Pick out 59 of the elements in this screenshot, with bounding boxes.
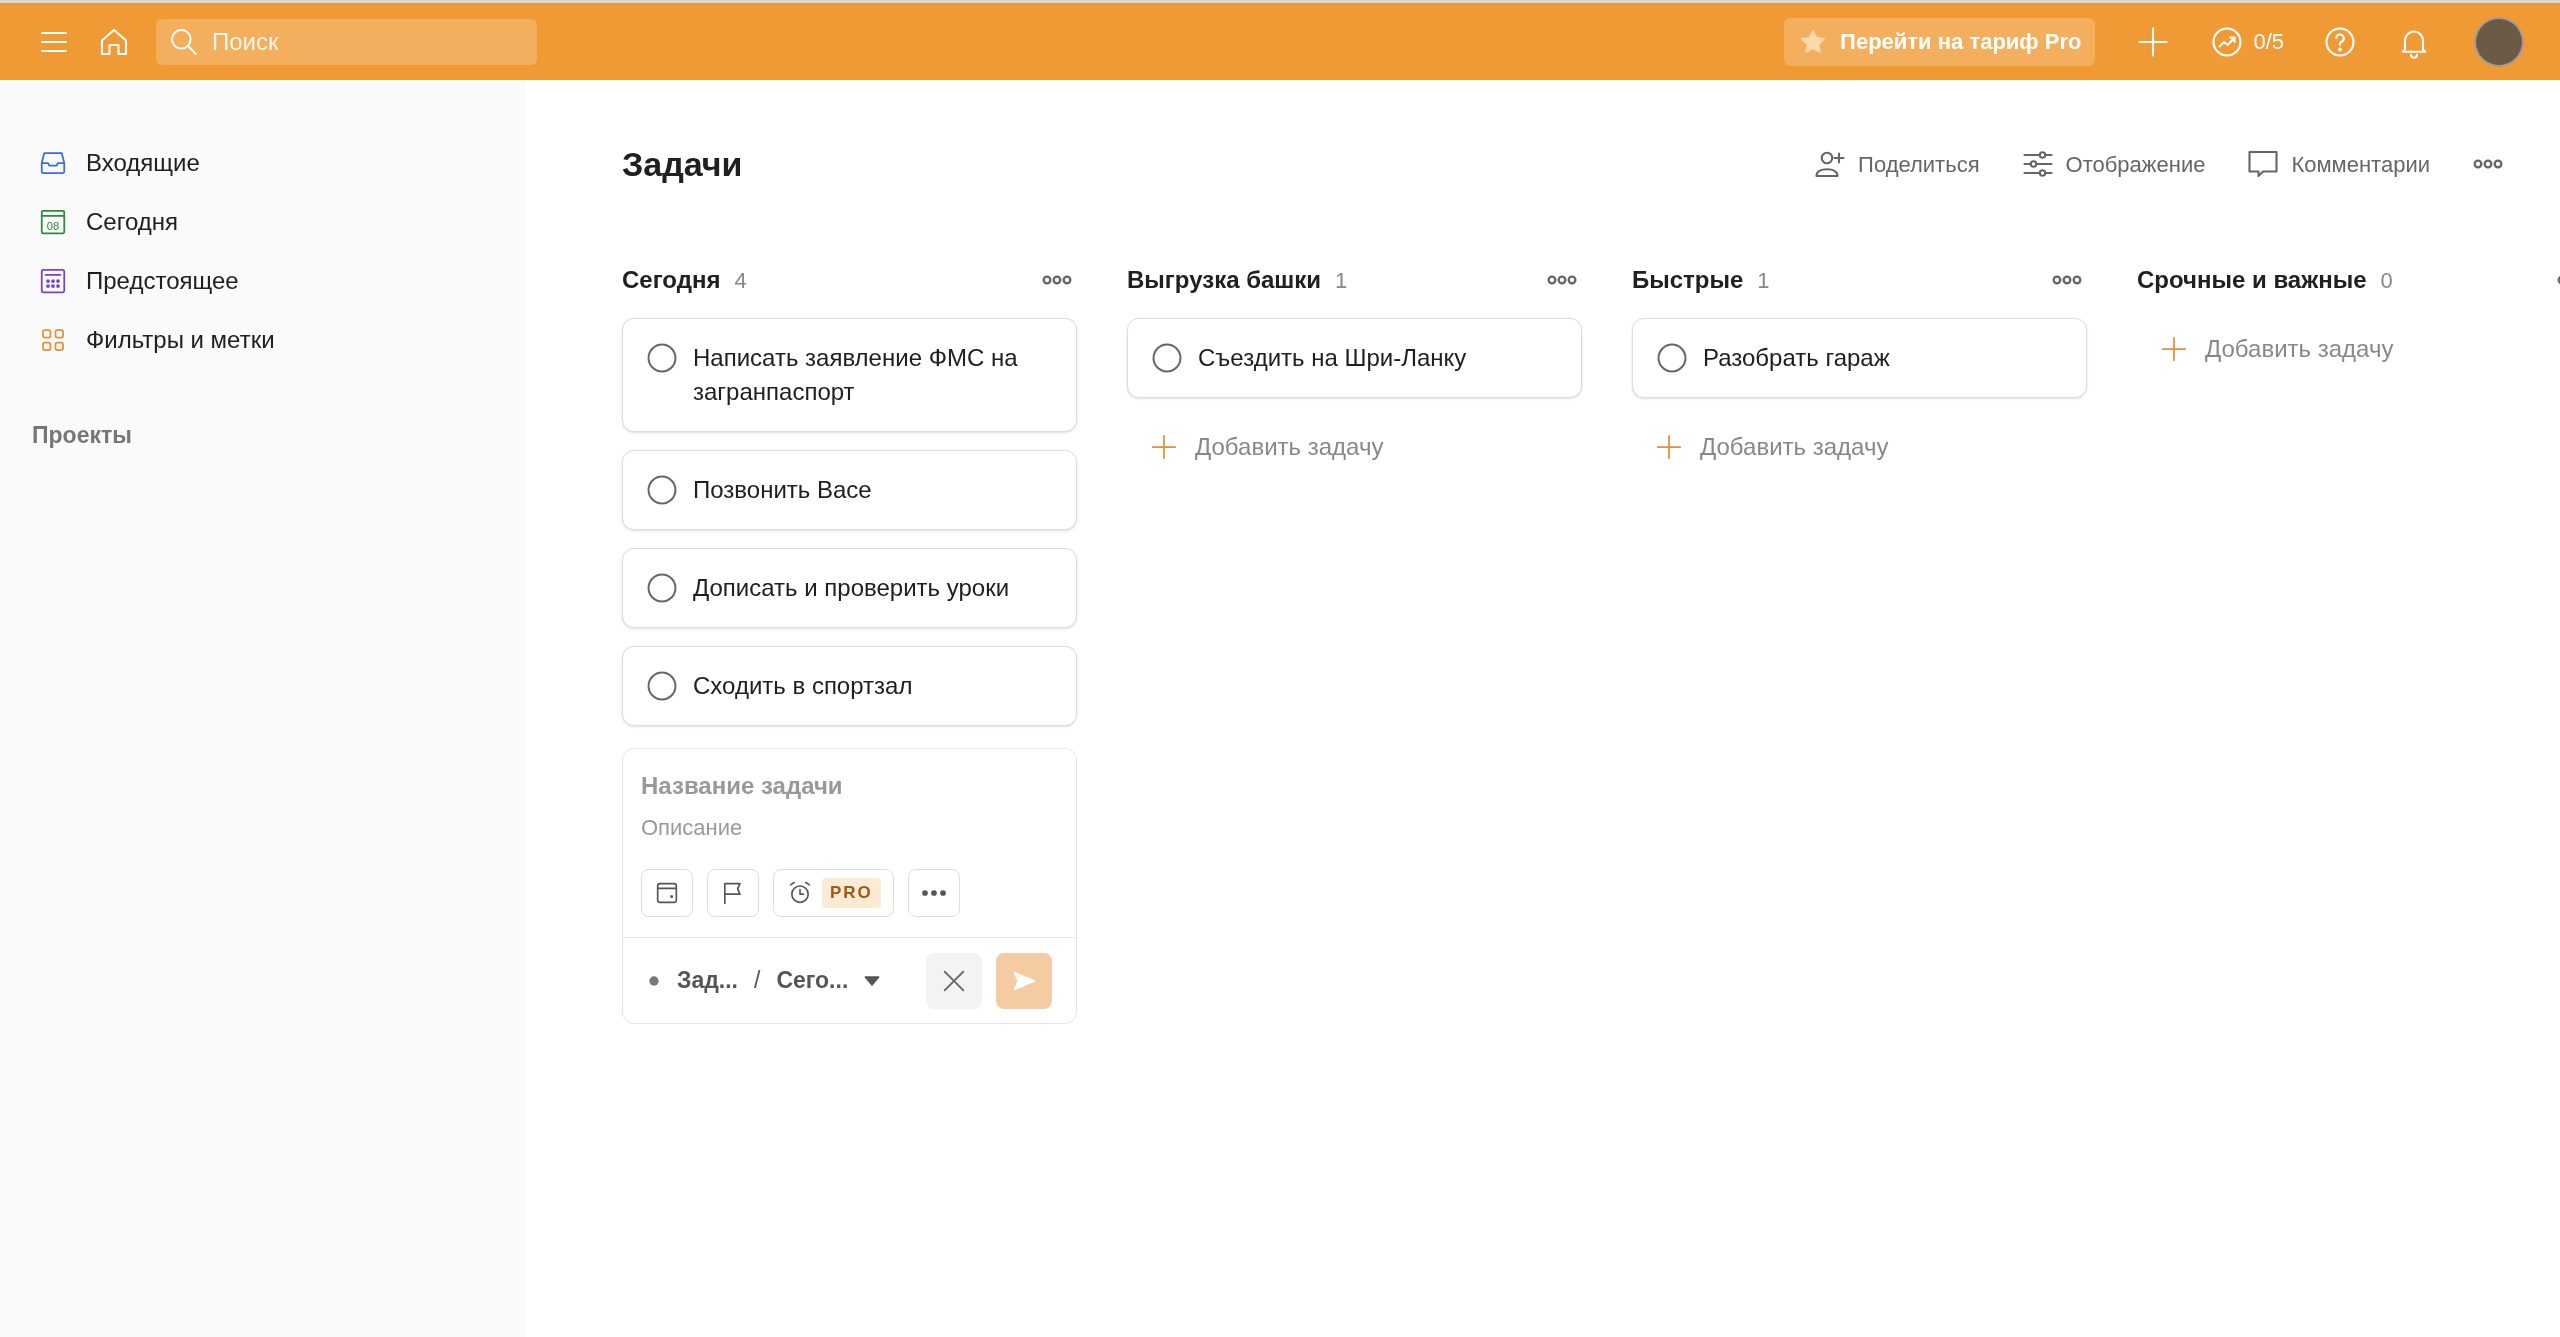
task-count: 0 <box>2380 266 2393 295</box>
task-card[interactable]: Разобрать гараж <box>1632 318 2087 398</box>
column-title: Быстрые <box>1632 265 1744 295</box>
add-task-button[interactable]: Добавить задачу <box>2137 324 2560 374</box>
more-icon <box>921 890 946 896</box>
checkbox[interactable] <box>645 473 679 507</box>
sidebar-item[interactable]: Фильтры и метки <box>32 315 493 365</box>
plus-icon <box>2159 334 2189 364</box>
checkbox[interactable] <box>645 669 679 703</box>
section-heading: Проекты <box>32 421 133 450</box>
plus-icon <box>1654 432 1684 462</box>
pro-badge: PRO <box>822 878 881 908</box>
task-title: Съездить на Шри-Ланку <box>1198 343 1467 373</box>
priority-button[interactable] <box>707 869 759 917</box>
cancel-button[interactable] <box>926 952 982 1009</box>
sidebar-item[interactable]: 08 Сегодня <box>32 197 493 247</box>
task-card[interactable]: Дописать и проверить уроки <box>622 548 1077 628</box>
checkbox[interactable] <box>645 571 679 605</box>
project-name: Зад... <box>677 966 738 996</box>
task-card[interactable]: Сходить в спортзал <box>622 646 1077 726</box>
task-title: Дописать и проверить уроки <box>693 573 1010 603</box>
checkbox[interactable] <box>1655 341 1689 375</box>
task-title: Разобрать гараж <box>1703 343 1890 373</box>
calendar-icon <box>38 266 68 296</box>
task-count: 1 <box>1335 266 1348 295</box>
task-card[interactable]: Съездить на Шри-Ланку <box>1127 318 1582 398</box>
column-title: Выгрузка башки <box>1127 265 1322 295</box>
toolbar-button[interactable]: Поделиться <box>1812 146 1980 182</box>
checkbox[interactable] <box>645 341 679 375</box>
add-task-button[interactable]: Добавить задачу <box>1127 422 1582 472</box>
caret-icon <box>864 975 881 986</box>
avatar[interactable] <box>2474 16 2524 67</box>
toolbar-button[interactable]: Отображение <box>2019 146 2206 182</box>
task-card[interactable]: Позвонить Васе <box>622 450 1077 530</box>
task-count: 4 <box>734 266 747 295</box>
task-count: 1 <box>1757 266 1770 295</box>
toolbar-button[interactable]: Комментарии <box>2245 146 2430 182</box>
task-title: Написать заявление ФМС на загранпаспорт <box>693 343 1019 407</box>
task-title: Позвонить Васе <box>693 475 872 505</box>
more-button[interactable] <box>907 869 960 917</box>
add-task-button[interactable]: Добавить задачу <box>1632 422 2087 472</box>
sidebar-item[interactable]: Входящие <box>32 138 493 188</box>
section-name: Сего... <box>776 966 849 996</box>
calendar-date-icon: 08 <box>38 207 68 237</box>
task-name-field[interactable]: Название задачи <box>641 769 1058 803</box>
dot-icon <box>647 973 661 988</box>
description-field[interactable]: Описание <box>641 811 1058 845</box>
page-title: Задачи <box>622 143 743 185</box>
sidebar-item[interactable]: Предстоящее <box>32 256 493 306</box>
project-selector[interactable]: Зад... / Сего... <box>647 963 881 998</box>
column-title: Сегодня <box>622 265 721 295</box>
task-card[interactable]: Написать заявление ФМС на загранпаспорт <box>622 318 1077 432</box>
date-button[interactable] <box>641 869 693 917</box>
column-title: Срочные и важные <box>2137 265 2367 295</box>
checkbox[interactable] <box>1150 341 1184 375</box>
task-title: Сходить в спортзал <box>693 671 913 701</box>
reminder-button[interactable]: PRO <box>773 869 894 917</box>
separator: / <box>754 966 761 996</box>
plus-icon <box>1149 432 1179 462</box>
